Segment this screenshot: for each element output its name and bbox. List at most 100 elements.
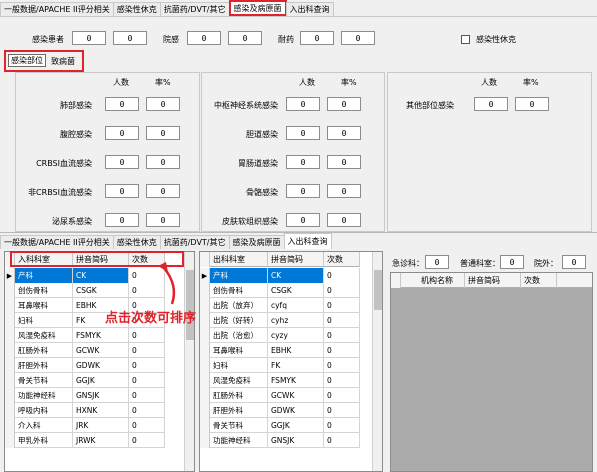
site-rate-field[interactable]: 0: [327, 97, 361, 111]
site-count-field[interactable]: 0: [286, 184, 320, 198]
sub-tab-infection-site[interactable]: 感染部位: [8, 54, 46, 67]
site-count-field[interactable]: 0: [105, 126, 139, 140]
hospital-infection-field-b[interactable]: 0: [228, 31, 262, 45]
sort-hint-annotation: 点击次数可排序: [105, 311, 197, 326]
site-rate-field[interactable]: 0: [327, 213, 361, 227]
table-row[interactable]: 肛肠外科 GCWK 0: [5, 343, 165, 358]
scrollbar-thumb[interactable]: [186, 270, 194, 340]
table-row[interactable]: ▶ 产科 CK 0: [5, 268, 165, 283]
site-count-field[interactable]: 0: [105, 213, 139, 227]
row-indicator: [200, 418, 210, 433]
dept-cell: 肛肠外科: [15, 343, 73, 358]
tab-admission-query[interactable]: 入出科查询: [285, 2, 334, 16]
outside-label: 院外：: [534, 259, 558, 268]
table-row[interactable]: 功能神经科 GNSJK 0: [5, 388, 165, 403]
infected-patients-field-a[interactable]: 0: [72, 31, 106, 45]
table-row[interactable]: 呼吸内科 HXNK 0: [5, 403, 165, 418]
table-row[interactable]: 风湿免疫科 FSMYK 0: [5, 328, 165, 343]
site-label: 腹腔感染: [60, 130, 92, 139]
dept-cell: 产科: [15, 268, 73, 283]
hospital-infection-field-a[interactable]: 0: [187, 31, 221, 45]
column-header-pinyin[interactable]: 拼音简码: [465, 273, 521, 288]
top-tab-strip: 一般数据/APACHE II评分相关 感染性休克 抗菌药/DVT/其它 感染及病…: [0, 0, 334, 16]
drug-resistance-field-b[interactable]: 0: [341, 31, 375, 45]
site-rate-field[interactable]: 0: [327, 184, 361, 198]
column-header-pinyin[interactable]: 拼音简码: [268, 252, 324, 267]
dept-cell: 肝胆外科: [210, 403, 268, 418]
tab-septic-shock[interactable]: 感染性休克: [112, 2, 161, 16]
dept-cell: 功能神经科: [15, 388, 73, 403]
count-cell: 0: [324, 388, 360, 403]
tab-general-data[interactable]: 一般数据/APACHE II评分相关: [0, 2, 114, 16]
table-row[interactable]: 甲乳外科 JRWK 0: [5, 433, 165, 448]
pinyin-cell: GDWK: [268, 403, 324, 418]
site-rate-field[interactable]: 0: [146, 213, 180, 227]
scrollbar-thumb[interactable]: [374, 270, 382, 310]
site-count-field[interactable]: 0: [286, 213, 320, 227]
emergency-field[interactable]: 0: [425, 255, 449, 269]
count-cell: 0: [324, 268, 360, 283]
site-rate-field[interactable]: 0: [146, 155, 180, 169]
site-rate-field[interactable]: 0: [327, 155, 361, 169]
table-row[interactable]: 创伤骨科 CSGK 0: [5, 283, 165, 298]
table-row[interactable]: 出院（治愈） cyzy 0: [200, 328, 360, 343]
dept-cell: 介入科: [15, 418, 73, 433]
drug-resistance-field-a[interactable]: 0: [300, 31, 334, 45]
table-row[interactable]: 骨关节科 GGJK 0: [5, 373, 165, 388]
drug-resistance-label: 耐药: [278, 35, 294, 44]
row-indicator: [200, 433, 210, 448]
table-row[interactable]: 功能神经科 GNSJK 0: [200, 433, 360, 448]
grid-header: 机构名称 拼音简码 次数: [391, 273, 592, 288]
site-count-field[interactable]: 0: [286, 97, 320, 111]
table-row[interactable]: 耳鼻喉科 EBHK 0: [200, 343, 360, 358]
table-row[interactable]: 创伤骨科 CSGK 0: [200, 283, 360, 298]
row-pointer-icon: ▶: [5, 268, 15, 283]
grid-scrollbar[interactable]: [184, 252, 194, 471]
table-row[interactable]: 骨关节科 GGJK 0: [200, 418, 360, 433]
column-header-count[interactable]: 次数: [324, 252, 360, 267]
table-row[interactable]: 介入科 JRK 0: [5, 418, 165, 433]
table-row[interactable]: 风湿免疫科 FSMYK 0: [200, 373, 360, 388]
site-rate-field[interactable]: 0: [327, 126, 361, 140]
site-count-field[interactable]: 0: [286, 126, 320, 140]
column-header-count[interactable]: 次数: [521, 273, 557, 288]
site-count-field[interactable]: 0: [286, 155, 320, 169]
table-row[interactable]: 妇科 FK 0: [200, 358, 360, 373]
site-rate-field[interactable]: 0: [515, 97, 549, 111]
site-count-field[interactable]: 0: [105, 97, 139, 111]
table-row[interactable]: 出院（好转） cyhz 0: [200, 313, 360, 328]
tab-admission-query[interactable]: 入出科查询: [283, 233, 332, 249]
count-cell: 0: [129, 358, 165, 373]
row-indicator: [5, 328, 15, 343]
tab-infection-pathogen[interactable]: 感染及病原菌: [228, 235, 285, 249]
sub-tab-pathogen[interactable]: 致病菌: [51, 55, 75, 68]
row-indicator: [200, 298, 210, 313]
site-count-field[interactable]: 0: [105, 184, 139, 198]
site-count-field[interactable]: 0: [105, 155, 139, 169]
site-rate-field[interactable]: 0: [146, 184, 180, 198]
tab-antibiotics[interactable]: 抗菌药/DVT/其它: [159, 2, 230, 16]
dept-cell: 肝胆外科: [15, 358, 73, 373]
tab-general-data[interactable]: 一般数据/APACHE II评分相关: [0, 235, 114, 249]
tab-antibiotics[interactable]: 抗菌药/DVT/其它: [159, 235, 230, 249]
infected-patients-field-b[interactable]: 0: [113, 31, 147, 45]
count-cell: 0: [129, 418, 165, 433]
general-dept-field[interactable]: 0: [500, 255, 524, 269]
table-row[interactable]: 肝胆外科 GDWK 0: [200, 403, 360, 418]
pinyin-cell: cyhz: [268, 313, 324, 328]
column-header-dept[interactable]: 出科科室: [210, 252, 268, 267]
tab-infection-pathogen[interactable]: 感染及病原菌: [228, 0, 287, 16]
site-rate-field[interactable]: 0: [146, 97, 180, 111]
grid-scrollbar[interactable]: [372, 252, 382, 471]
pinyin-cell: CSGK: [73, 283, 129, 298]
septic-shock-checkbox[interactable]: [461, 35, 470, 44]
column-header-institution[interactable]: 机构名称: [401, 273, 465, 288]
outside-field[interactable]: 0: [562, 255, 586, 269]
site-rate-field[interactable]: 0: [146, 126, 180, 140]
table-row[interactable]: 出院（放弃） cyfq 0: [200, 298, 360, 313]
table-row[interactable]: ▶ 产科 CK 0: [200, 268, 360, 283]
table-row[interactable]: 肛肠外科 GCWK 0: [200, 388, 360, 403]
table-row[interactable]: 肝胆外科 GDWK 0: [5, 358, 165, 373]
site-count-field[interactable]: 0: [474, 97, 508, 111]
tab-septic-shock[interactable]: 感染性休克: [112, 235, 161, 249]
